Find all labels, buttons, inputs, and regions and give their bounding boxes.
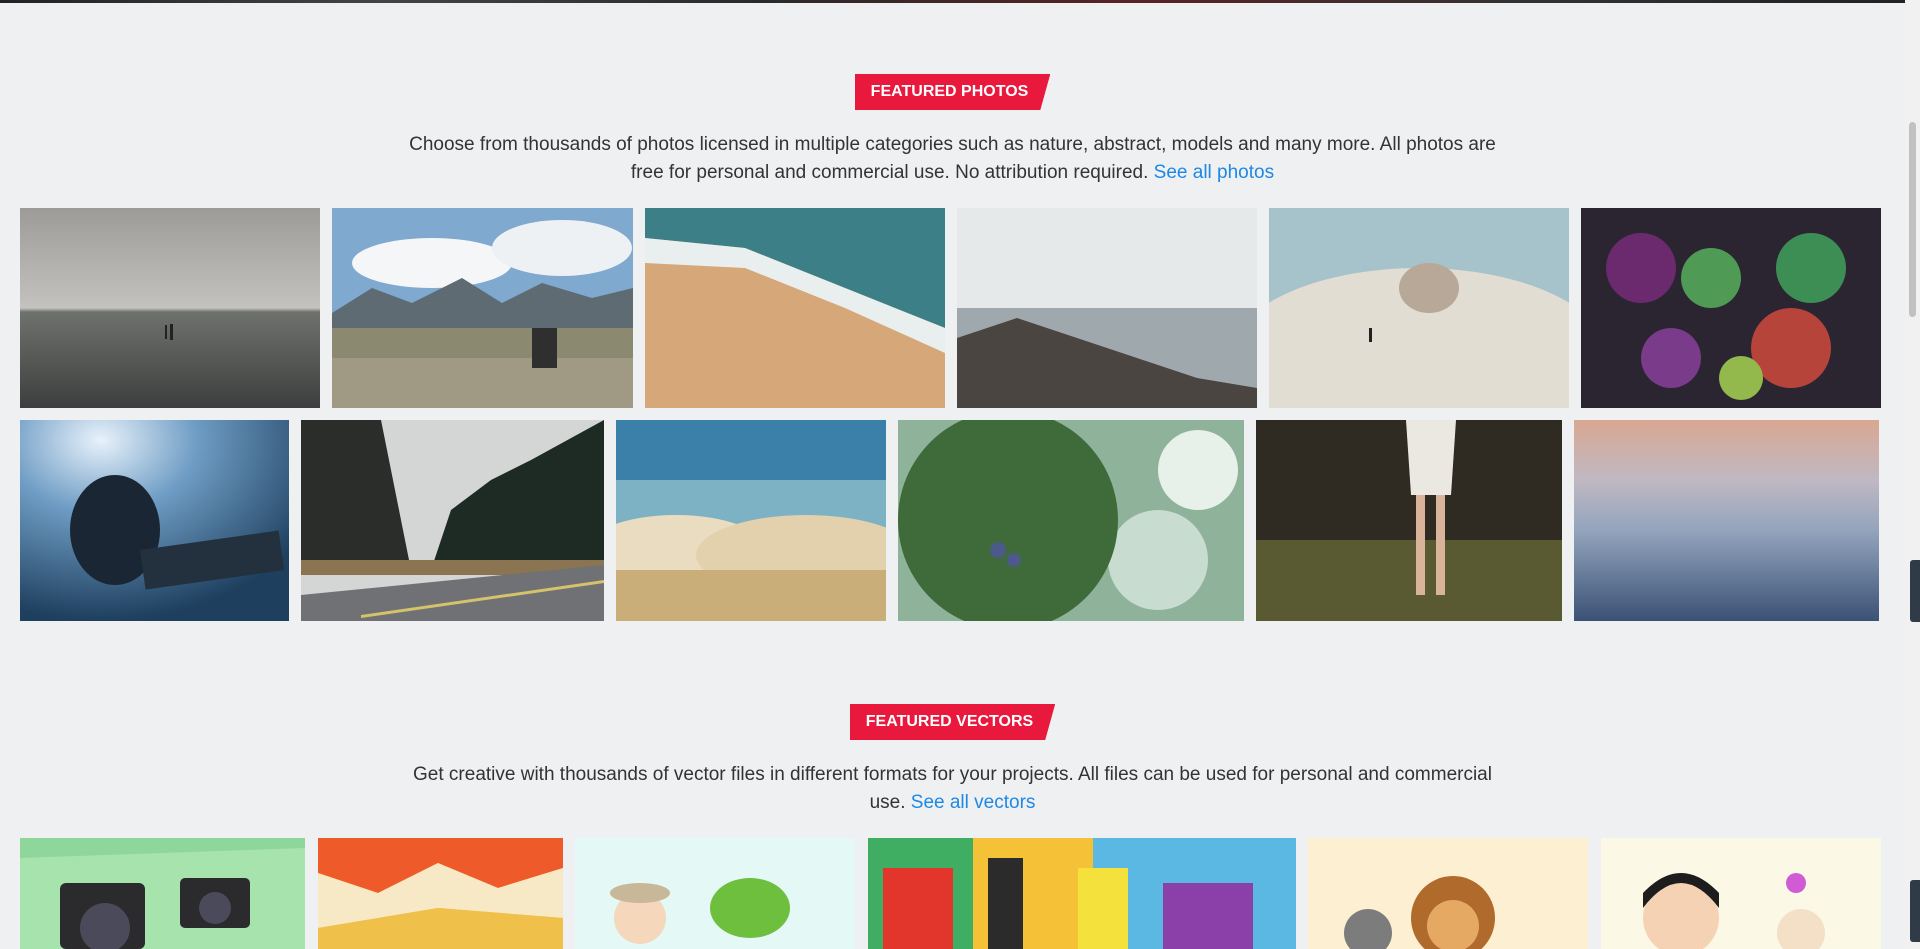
photo-thumbnail[interactable] <box>20 208 320 408</box>
photo-thumbnail[interactable] <box>301 420 604 621</box>
featured-photos-description: Choose from thousands of photos licensed… <box>400 131 1505 187</box>
featured-photos-badge: FEATURED PHOTOS <box>855 74 1051 110</box>
featured-vectors-description: Get creative with thousands of vector fi… <box>400 761 1505 817</box>
floating-side-widget[interactable] <box>1910 560 1920 622</box>
photo-thumbnail[interactable] <box>957 208 1257 408</box>
featured-photos-text: Choose from thousands of photos licensed… <box>409 134 1496 183</box>
vector-thumbnail[interactable] <box>575 838 855 949</box>
vector-thumbnail[interactable] <box>20 838 305 949</box>
featured-photos-heading: FEATURED PHOTOS <box>0 74 1905 110</box>
photo-thumbnail[interactable] <box>1256 420 1562 621</box>
vector-thumbnail[interactable] <box>1308 838 1588 949</box>
photo-thumbnail[interactable] <box>898 420 1244 621</box>
see-all-vectors-link[interactable]: See all vectors <box>911 792 1036 813</box>
photo-thumbnail[interactable] <box>645 208 945 408</box>
page-scrollbar[interactable] <box>1905 0 1920 949</box>
hero-bottom-edge <box>0 0 1905 3</box>
photo-thumbnail[interactable] <box>20 420 289 621</box>
floating-side-widget[interactable] <box>1910 880 1920 942</box>
photo-thumbnail[interactable] <box>616 420 886 621</box>
featured-vectors-badge: FEATURED VECTORS <box>850 704 1055 740</box>
featured-vectors-heading: FEATURED VECTORS <box>0 704 1905 740</box>
photo-thumbnail[interactable] <box>1581 208 1881 408</box>
photo-thumbnail[interactable] <box>1269 208 1569 408</box>
vector-thumbnail[interactable] <box>1601 838 1881 949</box>
photo-thumbnail[interactable] <box>332 208 633 408</box>
photo-thumbnail[interactable] <box>1574 420 1879 621</box>
vector-thumbnail[interactable] <box>318 838 563 949</box>
vector-thumbnail[interactable] <box>868 838 1296 949</box>
see-all-photos-link[interactable]: See all photos <box>1154 162 1274 183</box>
scrollbar-thumb[interactable] <box>1909 122 1916 317</box>
